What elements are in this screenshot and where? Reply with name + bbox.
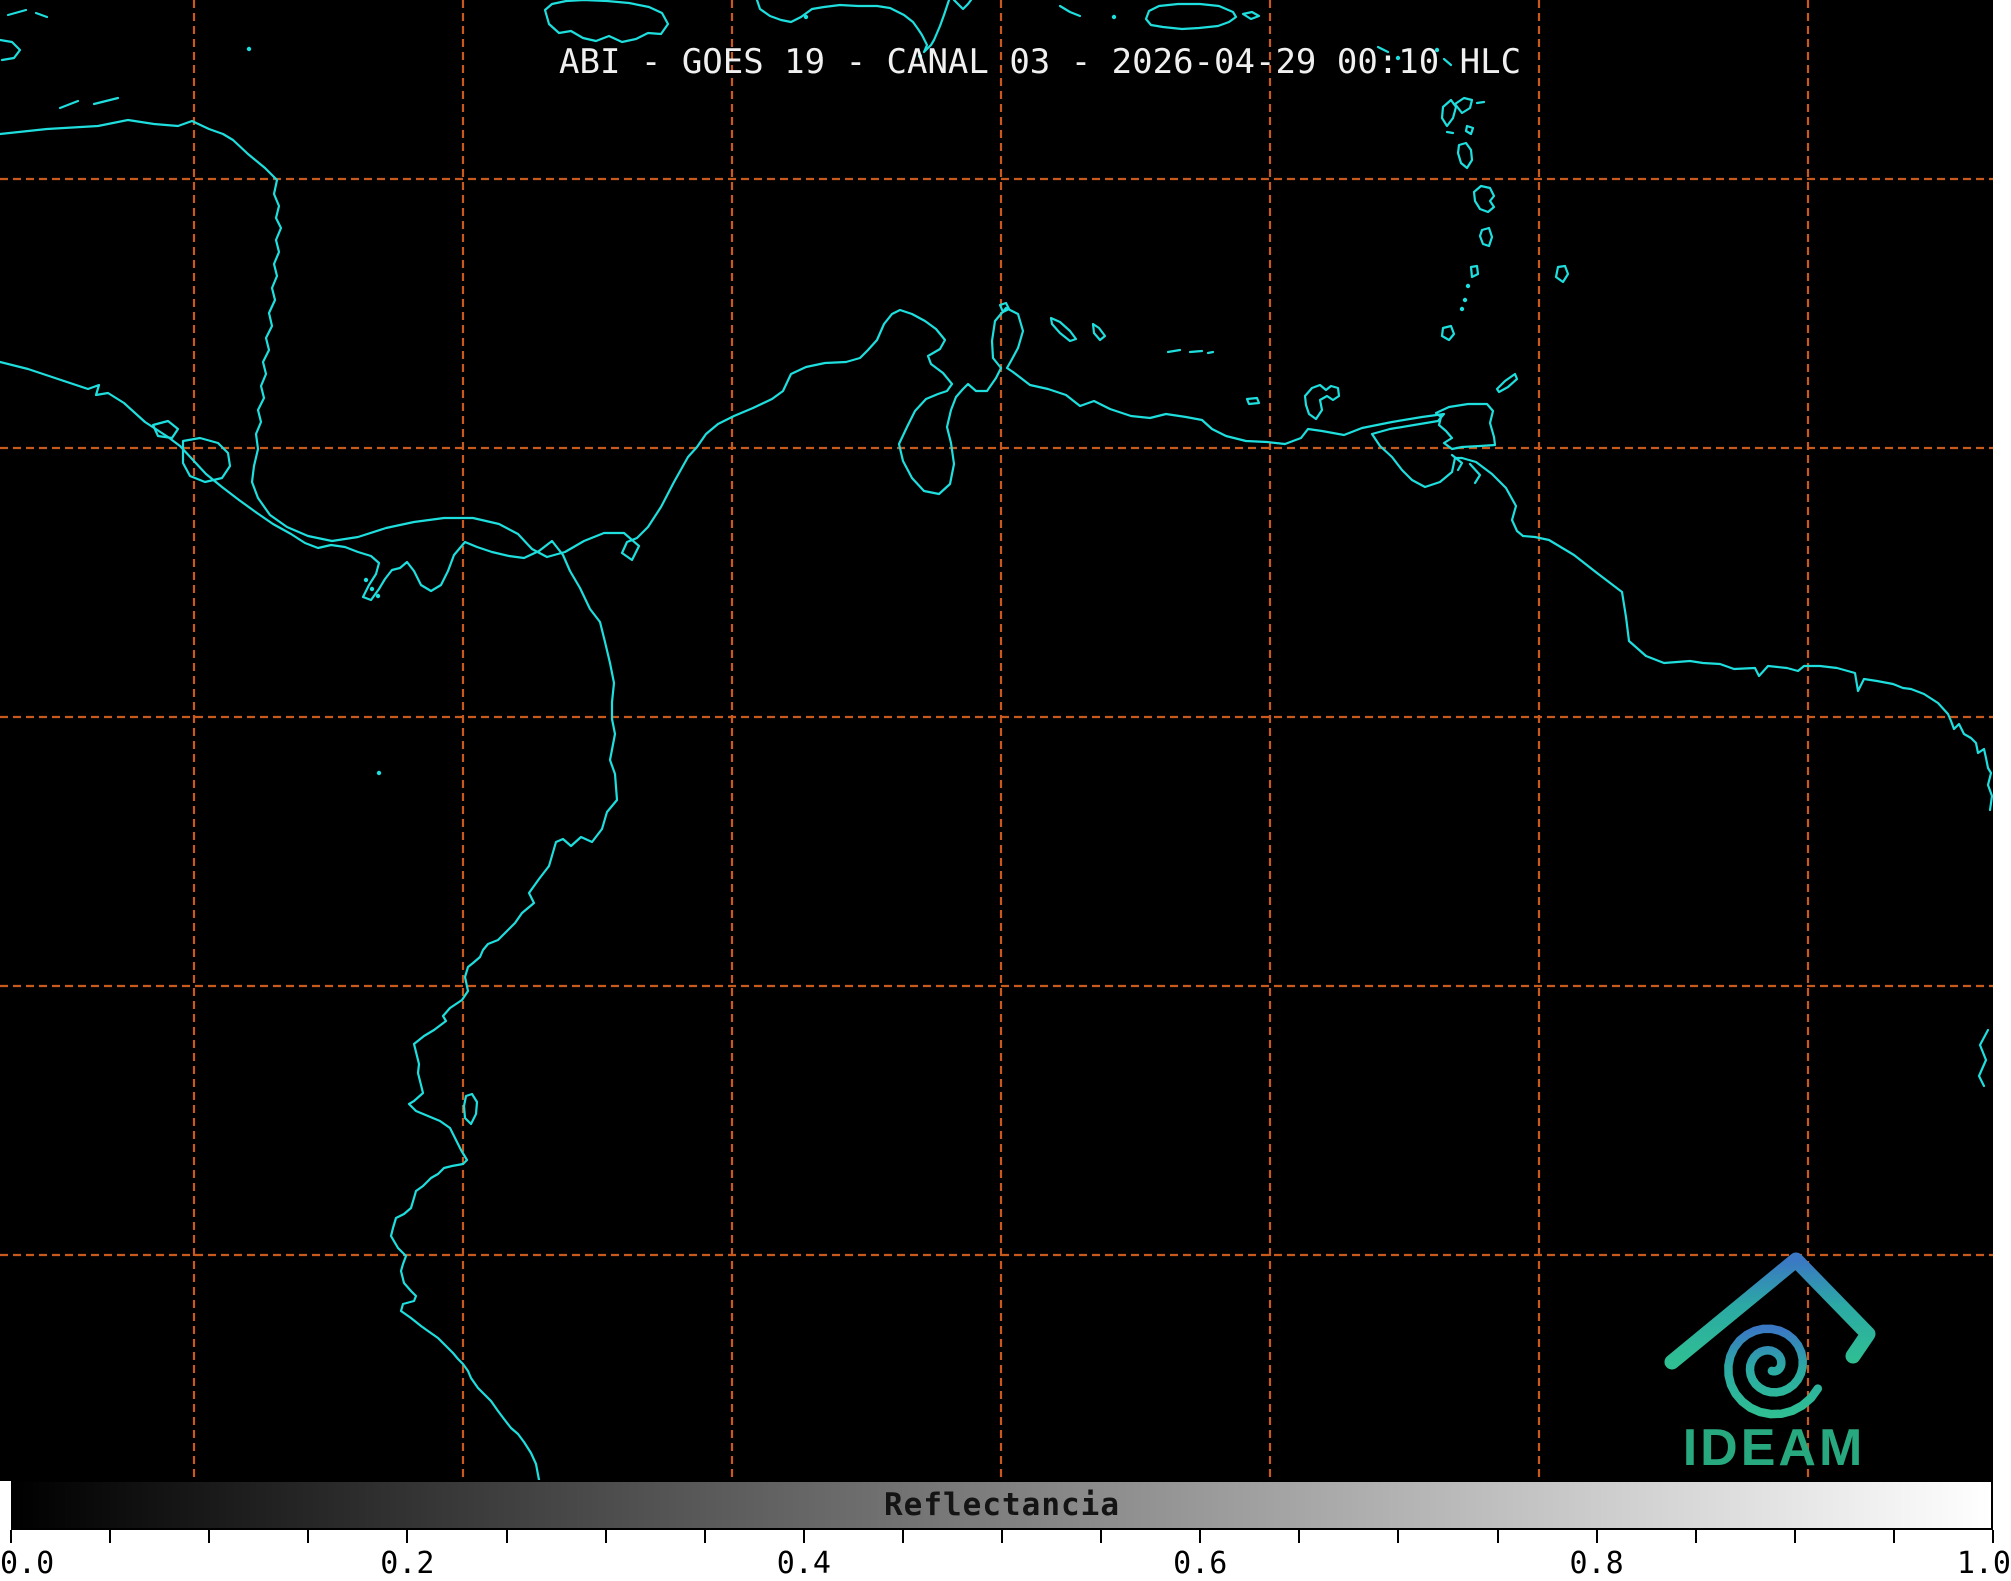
- colorbar-tick: [406, 1530, 409, 1543]
- colorbar-tick: [1496, 1530, 1499, 1543]
- colorbar-tick-label: 0.6: [1173, 1546, 1228, 1581]
- ideam-logo: [1664, 1252, 1876, 1419]
- colorbar-tick: [703, 1530, 706, 1543]
- map-title: ABI - GOES 19 - CANAL 03 - 2026-04-29 00…: [559, 42, 1522, 82]
- colorbar-tick-label: 0.8: [1569, 1546, 1624, 1581]
- colorbar-tick-label: 0.4: [776, 1546, 831, 1581]
- colorbar-tick: [307, 1530, 310, 1543]
- colorbar-tick-label: 0.2: [380, 1546, 435, 1581]
- map-layers: [0, 0, 1993, 1481]
- colorbar-tick: [1199, 1530, 1202, 1543]
- colorbar-tick: [1793, 1530, 1796, 1543]
- colorbar-tick: [1992, 1530, 1994, 1543]
- colorbar-tick: [604, 1530, 607, 1543]
- colorbar-tick: [1298, 1530, 1301, 1543]
- colorbar-tick: [802, 1530, 805, 1543]
- satellite-map-canvas: ABI - GOES 19 - CANAL 03 - 2026-04-29 00…: [0, 0, 1993, 1481]
- colorbar-axis: 0.0 0.2 0.4 0.6 0.8 1.0: [0, 1530, 2011, 1581]
- colorbar-tick: [1595, 1530, 1598, 1543]
- colorbar-tick: [505, 1530, 508, 1543]
- colorbar-tick-label: 0.0: [0, 1546, 55, 1581]
- logo-wordmark: IDEAM: [1682, 1419, 1866, 1477]
- coastline-layer: [0, 0, 1993, 1481]
- colorbar-tick: [1694, 1530, 1697, 1543]
- colorbar-tick: [1397, 1530, 1400, 1543]
- colorbar-tick-label: 1.0: [1956, 1546, 2011, 1581]
- colorbar-tick: [1001, 1530, 1003, 1543]
- colorbar-tick: [109, 1530, 112, 1543]
- colorbar-label: Reflectancia: [884, 1487, 1120, 1523]
- colorbar-tick: [901, 1530, 904, 1543]
- colorbar-tick: [208, 1530, 211, 1543]
- colorbar-tick: [10, 1530, 12, 1543]
- colorbar-tick: [1100, 1530, 1103, 1543]
- colorbar-tick: [1892, 1530, 1895, 1543]
- reflectance-colorbar: Reflectancia: [11, 1480, 1993, 1530]
- graticule-gridlines: [0, 0, 1993, 1481]
